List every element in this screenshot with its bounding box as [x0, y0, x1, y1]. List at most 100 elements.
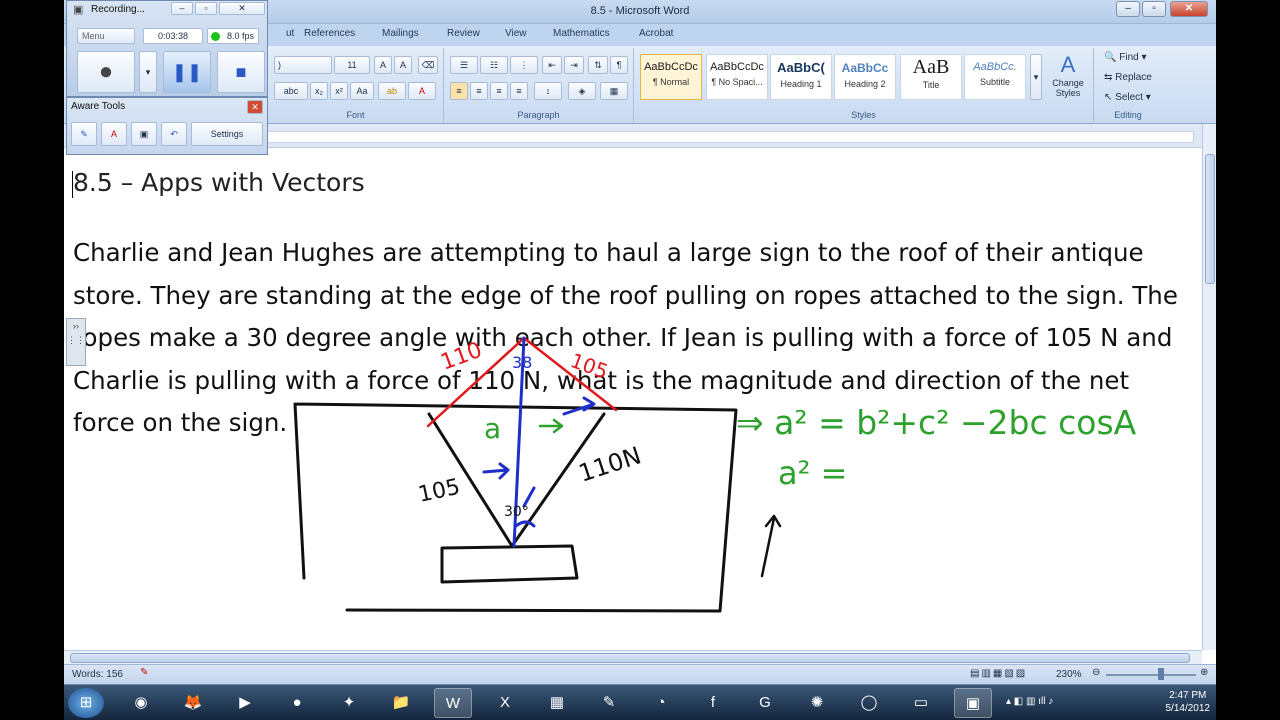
shading-icon[interactable]: ◈: [568, 82, 596, 100]
align-left-icon[interactable]: ≡: [450, 82, 468, 100]
tab-acrobat[interactable]: Acrobat: [639, 28, 673, 39]
aware-tools-title: Aware Tools: [71, 101, 126, 112]
side-grip-handle[interactable]: ›› ⋮⋮: [66, 318, 86, 366]
superscript-icon[interactable]: x²: [330, 82, 348, 100]
excel-icon[interactable]: X: [486, 688, 524, 718]
media-player-icon[interactable]: ▶: [226, 688, 264, 718]
justify-icon[interactable]: ≡: [510, 82, 528, 100]
numbering-icon[interactable]: ☷: [480, 56, 508, 74]
geogebra-icon[interactable]: G: [746, 688, 784, 718]
styles-group-label: Styles: [851, 110, 876, 120]
tab-review[interactable]: Review: [447, 28, 480, 39]
close-button[interactable]: ✕: [1170, 1, 1208, 17]
tab-layout[interactable]: ut: [286, 28, 294, 39]
bullets-icon[interactable]: ☰: [450, 56, 478, 74]
bird-app-icon[interactable]: ✦: [330, 688, 368, 718]
zoom-in-icon[interactable]: ⊕: [1200, 667, 1208, 678]
subscript-icon[interactable]: x₂: [310, 82, 328, 100]
record-options-icon[interactable]: ▾: [139, 51, 157, 93]
grow-font-icon[interactable]: A: [374, 56, 392, 74]
minimize-button[interactable]: –: [1116, 1, 1140, 17]
pause-button[interactable]: ❚❚: [163, 51, 211, 93]
word-count[interactable]: Words: 156: [72, 669, 123, 680]
font-name-box[interactable]: ): [274, 56, 332, 74]
recorder-menu-dropdown[interactable]: Menu: [77, 28, 135, 44]
horizontal-scrollbar[interactable]: [64, 650, 1202, 664]
vertical-scrollbar[interactable]: [1202, 124, 1216, 650]
tab-mailings[interactable]: Mailings: [382, 28, 419, 39]
text-tool-icon[interactable]: A: [101, 122, 127, 146]
style-title[interactable]: AaB Title: [900, 54, 962, 100]
record-button[interactable]: ●: [77, 51, 135, 93]
shrink-font-icon[interactable]: A: [394, 56, 412, 74]
screen-tool-icon[interactable]: ▣: [131, 122, 157, 146]
zoom-slider-thumb[interactable]: [1158, 668, 1164, 680]
sort-icon[interactable]: ⇅: [588, 56, 608, 74]
remote-app-icon[interactable]: ▣: [954, 688, 992, 718]
replace-button[interactable]: ⇆ Replace: [1104, 72, 1152, 83]
pen-tool-icon[interactable]: ✎: [71, 122, 97, 146]
style-name: Title: [922, 80, 940, 90]
recorder-minimize-button[interactable]: –: [171, 2, 193, 15]
zoom-out-icon[interactable]: ⊖: [1092, 667, 1100, 678]
aware-close-button[interactable]: ✕: [247, 100, 263, 114]
find-button[interactable]: 🔍 Find ▾: [1104, 52, 1147, 63]
orange-app-icon[interactable]: ✺: [798, 688, 836, 718]
style-subtitle[interactable]: AaBbCc. Subtitle: [964, 54, 1026, 100]
calculator-icon[interactable]: ▦: [538, 688, 576, 718]
change-case-icon[interactable]: Aa: [350, 82, 374, 100]
firefox-icon[interactable]: 🦊: [174, 688, 212, 718]
settings-button[interactable]: Settings: [191, 122, 263, 146]
undo-icon[interactable]: ↶: [161, 122, 187, 146]
chrome-icon[interactable]: ◉: [122, 688, 160, 718]
change-styles-button[interactable]: A Change Styles: [1046, 52, 1090, 98]
word-icon[interactable]: W: [434, 688, 472, 718]
document-page[interactable]: 8.5 – Apps with Vectors Charlie and Jean…: [64, 148, 1202, 650]
show-marks-icon[interactable]: ¶: [610, 56, 628, 74]
strikethrough-icon[interactable]: abc: [274, 82, 308, 100]
notes-icon[interactable]: ▭: [902, 688, 940, 718]
vertical-scroll-thumb[interactable]: [1205, 154, 1215, 284]
recorder-restore-button[interactable]: ▫: [195, 2, 217, 15]
view-buttons-icon[interactable]: ▤▥▦▧▨: [970, 668, 1027, 679]
decrease-indent-icon[interactable]: ⇤: [542, 56, 562, 74]
style-name: Heading 1: [780, 79, 822, 89]
highlight-icon[interactable]: ab: [378, 82, 406, 100]
recording-title: Recording...: [91, 4, 145, 15]
align-right-icon[interactable]: ≡: [490, 82, 508, 100]
font-color-icon[interactable]: A: [408, 82, 436, 100]
style-heading-1[interactable]: AaBbC( Heading 1: [770, 54, 832, 100]
font-size-box[interactable]: 11: [334, 56, 370, 74]
horizontal-scroll-thumb[interactable]: [70, 653, 1190, 663]
recorder-close-button[interactable]: ✕: [219, 2, 265, 15]
borders-icon[interactable]: ▦: [600, 82, 628, 100]
style-normal[interactable]: AaBbCcDc ¶ Normal: [640, 54, 702, 100]
tray-icons[interactable]: ▴ ◧ ▥ ıll ♪: [1006, 696, 1053, 707]
tab-mathematics[interactable]: Mathematics: [553, 28, 610, 39]
style-no-spacing[interactable]: AaBbCcDc ¶ No Spaci...: [706, 54, 768, 100]
clear-format-icon[interactable]: ⌫: [418, 56, 438, 74]
tab-view[interactable]: View: [505, 28, 527, 39]
line-spacing-icon[interactable]: ↕: [534, 82, 562, 100]
styles-scroll-icon[interactable]: ▾: [1030, 54, 1042, 100]
align-center-icon[interactable]: ≡: [470, 82, 488, 100]
zoom-slider[interactable]: [1106, 674, 1196, 676]
label-30: 30°: [504, 504, 529, 520]
blender-icon[interactable]: ◔: [642, 688, 680, 718]
start-button[interactable]: ⊞: [68, 688, 104, 718]
select-button[interactable]: ↖ Select ▾: [1104, 92, 1151, 103]
style-heading-2[interactable]: AaBbCc Heading 2: [834, 54, 896, 100]
tab-references[interactable]: References: [304, 28, 355, 39]
clock[interactable]: 2:47 PM 5/14/2012: [1166, 689, 1211, 715]
increase-indent-icon[interactable]: ⇥: [564, 56, 584, 74]
stop-button[interactable]: ■: [217, 51, 265, 93]
circle-app-icon[interactable]: ◯: [850, 688, 888, 718]
maximize-button[interactable]: ▫: [1142, 1, 1166, 17]
paint-icon[interactable]: ✎: [590, 688, 628, 718]
flip-icon[interactable]: f: [694, 688, 732, 718]
proofing-icon[interactable]: ✎: [140, 667, 148, 678]
recorder-icon[interactable]: ●: [278, 688, 316, 718]
zoom-level[interactable]: 230%: [1056, 669, 1082, 680]
multilevel-list-icon[interactable]: ⋮: [510, 56, 538, 74]
folder-icon[interactable]: 📁: [382, 688, 420, 718]
